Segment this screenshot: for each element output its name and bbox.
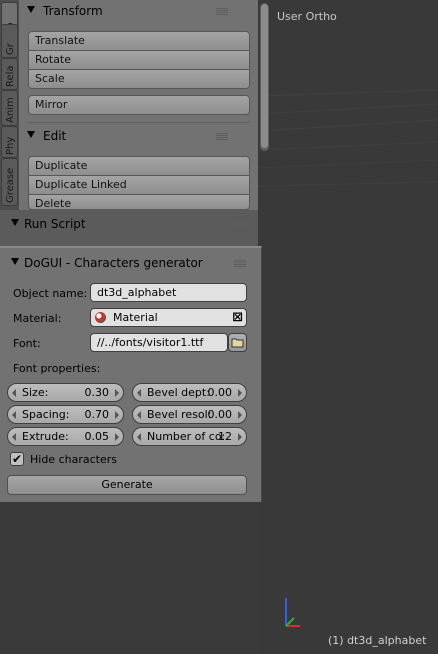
folder-browse-button[interactable]: [228, 333, 247, 352]
tab-relations[interactable]: Rela: [1, 58, 18, 90]
field-label: Spacing:: [22, 408, 70, 421]
dogui-panel: DoGUI - Characters generator Object name…: [0, 246, 262, 502]
duplicate-linked-button[interactable]: Duplicate Linked: [28, 175, 250, 195]
axis-gizmo-icon: [285, 598, 300, 627]
toolshelf-scrollbar[interactable]: [260, 3, 269, 151]
bevel-resolution-field[interactable]: Bevel resol: 0.00: [132, 405, 247, 424]
tab-label: Anim: [5, 97, 16, 123]
bevel-depth-field[interactable]: Bevel dept: 0.00: [132, 383, 247, 402]
viewport-grid: [258, 89, 438, 187]
font-label: Font:: [13, 337, 41, 350]
generate-button[interactable]: Generate: [7, 475, 247, 495]
decrement-arrow-icon[interactable]: [12, 433, 16, 441]
scrollbar-thumb[interactable]: [261, 4, 268, 148]
folder-icon: [231, 338, 244, 348]
drag-grip-icon[interactable]: [216, 133, 228, 140]
increment-arrow-icon[interactable]: [115, 433, 119, 441]
transform-panel-header[interactable]: Transform: [19, 0, 258, 22]
collapse-triangle-icon: [27, 131, 35, 138]
viewport-object-label: (1) dt3d_alphabet: [328, 634, 427, 647]
delete-button[interactable]: Delete: [28, 194, 250, 210]
field-label: Number of co:: [147, 430, 226, 443]
tab-label: Gr: [5, 43, 16, 55]
field-label: Bevel dept:: [147, 386, 210, 399]
font-path-field[interactable]: //../fonts/visitor1.ttf: [90, 333, 228, 352]
field-value: 0.05: [84, 430, 110, 443]
material-sphere-icon: [95, 312, 106, 323]
hide-characters-checkbox[interactable]: ✔: [10, 452, 24, 466]
tab-label: Grease: [5, 167, 16, 203]
font-properties-label: Font properties:: [13, 362, 101, 375]
spacing-field[interactable]: Spacing: 0.70: [7, 405, 124, 424]
decrement-arrow-icon[interactable]: [12, 389, 16, 397]
panel-title: DoGUI - Characters generator: [24, 256, 203, 270]
field-label: Extrude:: [22, 430, 69, 443]
panel-title: Edit: [43, 129, 67, 143]
mirror-button[interactable]: Mirror: [28, 95, 250, 115]
material-value: Material: [113, 311, 158, 324]
field-value: 12: [218, 430, 232, 443]
increment-arrow-icon[interactable]: [115, 411, 119, 419]
hide-characters-label: Hide characters: [30, 453, 117, 466]
tab-label: Rela: [5, 65, 16, 87]
run-script-panel[interactable]: Run Script: [0, 210, 258, 246]
increment-arrow-icon[interactable]: [238, 411, 242, 419]
material-label: Material:: [13, 312, 62, 325]
drag-grip-icon[interactable]: [234, 260, 246, 267]
translate-button[interactable]: Translate: [28, 31, 250, 51]
edit-panel-header[interactable]: Edit: [19, 125, 258, 147]
increment-arrow-icon[interactable]: [115, 389, 119, 397]
toolshelf-panel: Transform Translate Rotate Scale Mirror …: [19, 0, 269, 210]
3d-viewport[interactable]: User Ortho (1) dt3d_alphabet: [258, 0, 438, 654]
field-value: 0.00: [207, 408, 233, 421]
panel-title: Run Script: [24, 217, 86, 231]
dogui-header[interactable]: DoGUI - Characters generator: [0, 252, 261, 274]
scale-button[interactable]: Scale: [28, 69, 250, 89]
increment-arrow-icon[interactable]: [238, 433, 242, 441]
decrement-arrow-icon[interactable]: [137, 389, 141, 397]
panel-title: Transform: [43, 4, 103, 18]
rotate-button[interactable]: Rotate: [28, 50, 250, 70]
tab-grease-pencil[interactable]: Grease: [1, 158, 18, 206]
empty-toolshelf-area: [0, 502, 258, 654]
size-field[interactable]: Size: 0.30: [7, 383, 124, 402]
field-value: 0.70: [84, 408, 110, 421]
decrement-arrow-icon[interactable]: [137, 433, 141, 441]
object-name-label: Object name:: [13, 287, 88, 300]
collapse-triangle-icon: [11, 219, 19, 226]
drag-grip-icon[interactable]: [234, 221, 246, 228]
drag-grip-icon[interactable]: [216, 8, 228, 15]
checkmark-icon: ✔: [11, 452, 23, 466]
material-field[interactable]: Material ⊠: [90, 308, 247, 327]
decrement-arrow-icon[interactable]: [137, 411, 141, 419]
field-value: 0.00: [207, 386, 233, 399]
tab-grease[interactable]: Gr: [1, 24, 18, 58]
extrude-field[interactable]: Extrude: 0.05: [7, 427, 124, 446]
run-script-header[interactable]: Run Script: [0, 213, 258, 235]
duplicate-button[interactable]: Duplicate: [28, 156, 250, 176]
tab-physics[interactable]: Phy: [1, 126, 18, 158]
number-of-characters-field[interactable]: Number of co: 12: [132, 427, 247, 446]
decrement-arrow-icon[interactable]: [12, 411, 16, 419]
collapse-triangle-icon: [11, 258, 19, 265]
object-name-field[interactable]: dt3d_alphabet: [90, 283, 247, 302]
tab-label: Phy: [5, 136, 16, 155]
field-value: 0.30: [84, 386, 110, 399]
collapse-triangle-icon: [27, 6, 35, 13]
clear-x-icon[interactable]: ⊠: [232, 309, 243, 326]
divider: [27, 122, 250, 123]
toolshelf-tabs: To Gr Rela Anim Phy Grease: [0, 0, 19, 210]
increment-arrow-icon[interactable]: [238, 389, 242, 397]
field-label: Size:: [22, 386, 49, 399]
tab-animation[interactable]: Anim: [1, 90, 18, 126]
field-label: Bevel resol:: [147, 408, 212, 421]
